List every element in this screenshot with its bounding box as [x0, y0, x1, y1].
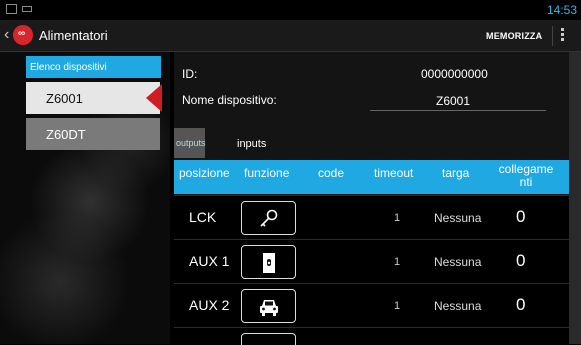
device-name-field[interactable]: Z6001: [436, 94, 470, 108]
function-button[interactable]: [241, 289, 296, 323]
table-row[interactable]: LCK 1 Nessuna 0: [174, 195, 569, 239]
column-header-targa: targa: [442, 166, 470, 180]
status-clock: 14:53: [546, 3, 577, 17]
row-targa: Nessuna: [434, 211, 482, 225]
column-header-posizione: posizione: [179, 166, 230, 180]
device-list-item[interactable]: Z60DT: [26, 118, 160, 150]
device-name-label: Nome dispositivo:: [182, 93, 277, 107]
column-header-code: code: [318, 166, 345, 180]
device-detail-panel: ID: 0000000000 Nome dispositivo: Z6001 o…: [174, 52, 569, 345]
table-row[interactable]: AUX 2 1 Nessuna 0: [174, 283, 569, 327]
app-logo[interactable]: ∞: [13, 25, 33, 45]
image-icon: [6, 4, 17, 14]
row-collegamenti: 0: [516, 251, 526, 270]
row-timeout: 1: [394, 256, 401, 268]
device-list-panel: Elenco dispositivi Z6001 Z60DT: [0, 52, 170, 344]
tab-outputs[interactable]: outputs: [174, 128, 206, 158]
notification-icon: [22, 6, 32, 12]
device-list-header: Elenco dispositivi: [26, 56, 161, 78]
row-collegamenti: 0: [516, 295, 526, 314]
column-header-timeout: timeout: [374, 166, 414, 180]
row-targa: Nessuna: [434, 255, 482, 269]
table-row[interactable]: AUX 1 1 Nessuna 0: [174, 239, 569, 283]
device-list-item[interactable]: Z6001: [26, 82, 160, 114]
row-position: LCK: [189, 209, 217, 225]
door-icon: [263, 253, 275, 273]
overflow-menu-icon[interactable]: [561, 26, 565, 46]
id-value: 0000000000: [421, 67, 488, 81]
row-targa: Nessuna: [434, 299, 482, 313]
car-icon: [260, 300, 278, 316]
row-timeout: 1: [394, 212, 401, 224]
status-bar: 14:53: [0, 0, 581, 20]
function-button[interactable]: [241, 245, 296, 279]
selection-arrow-icon: [146, 84, 162, 112]
row-timeout: 1: [394, 300, 401, 312]
scrollbar[interactable]: [569, 52, 581, 344]
column-header-collegamenti: collegame nti: [498, 162, 554, 189]
save-button[interactable]: MEMORIZZA: [486, 31, 542, 41]
table-header: posizione funzione code timeout targa co…: [174, 160, 569, 194]
key-icon: [260, 209, 278, 227]
action-bar: ‹ ∞ Alimentatori MEMORIZZA: [0, 20, 581, 52]
row-position: AUX 2: [189, 297, 230, 313]
page-title: Alimentatori: [39, 28, 108, 43]
chevron-left-icon[interactable]: ‹: [4, 26, 9, 44]
function-button[interactable]: [241, 333, 296, 345]
tab-inputs[interactable]: inputs: [234, 128, 266, 158]
row-collegamenti: 0: [516, 207, 526, 226]
table-row[interactable]: [174, 327, 569, 345]
action-divider: [552, 26, 553, 46]
column-header-funzione: funzione: [244, 166, 290, 180]
row-position: AUX 1: [189, 253, 230, 269]
id-label: ID:: [182, 67, 198, 81]
device-name-underline: [370, 110, 546, 111]
function-button[interactable]: [241, 201, 296, 235]
